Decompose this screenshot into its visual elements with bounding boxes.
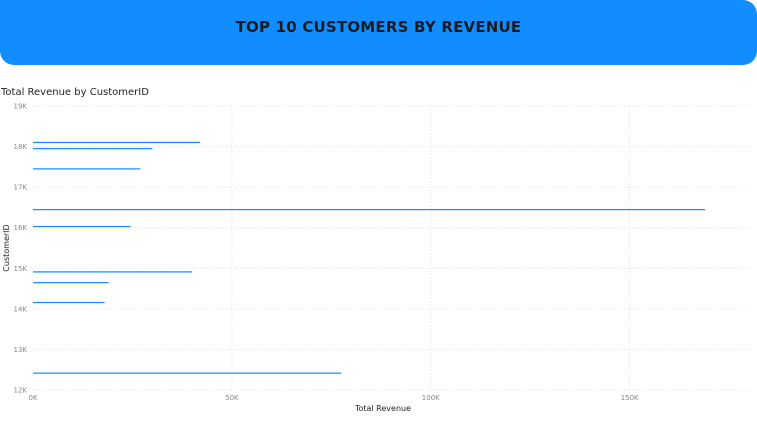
bar-chart: 19K 18K 17K 16K 15K 14K 13K 12K 0K 50K 100K 150K T… xyxy=(2,103,749,413)
y-tick-label: 16K xyxy=(14,224,28,232)
x-axis-ticks: 0K 50K 100K 150K xyxy=(28,394,639,402)
bar[interactable] xyxy=(33,209,706,211)
bar[interactable] xyxy=(33,372,342,374)
bar[interactable] xyxy=(33,225,131,228)
y-tick-label: 17K xyxy=(14,184,28,192)
x-tick-label: 100K xyxy=(422,394,440,402)
y-tick-label: 13K xyxy=(14,346,28,354)
bar[interactable] xyxy=(33,168,141,170)
x-tick-label: 150K xyxy=(621,394,639,402)
bar[interactable] xyxy=(33,271,193,273)
y-tick-label: 12K xyxy=(14,387,28,395)
bar[interactable] xyxy=(33,282,109,284)
y-axis-title: CustomerID xyxy=(2,224,11,271)
y-axis-ticks: 19K 18K 17K 16K 15K 14K 13K 12K xyxy=(14,103,28,395)
bar[interactable] xyxy=(33,148,153,150)
bar[interactable] xyxy=(33,301,105,304)
x-axis-title: Total Revenue xyxy=(354,404,411,413)
y-tick-label: 18K xyxy=(14,143,28,151)
bars xyxy=(33,141,706,374)
y-tick-label: 19K xyxy=(14,103,28,111)
bar[interactable] xyxy=(33,141,201,144)
y-tick-label: 14K xyxy=(14,305,28,313)
x-tick-label: 0K xyxy=(28,394,37,402)
x-tick-label: 50K xyxy=(225,394,239,402)
y-tick-label: 15K xyxy=(14,265,28,273)
